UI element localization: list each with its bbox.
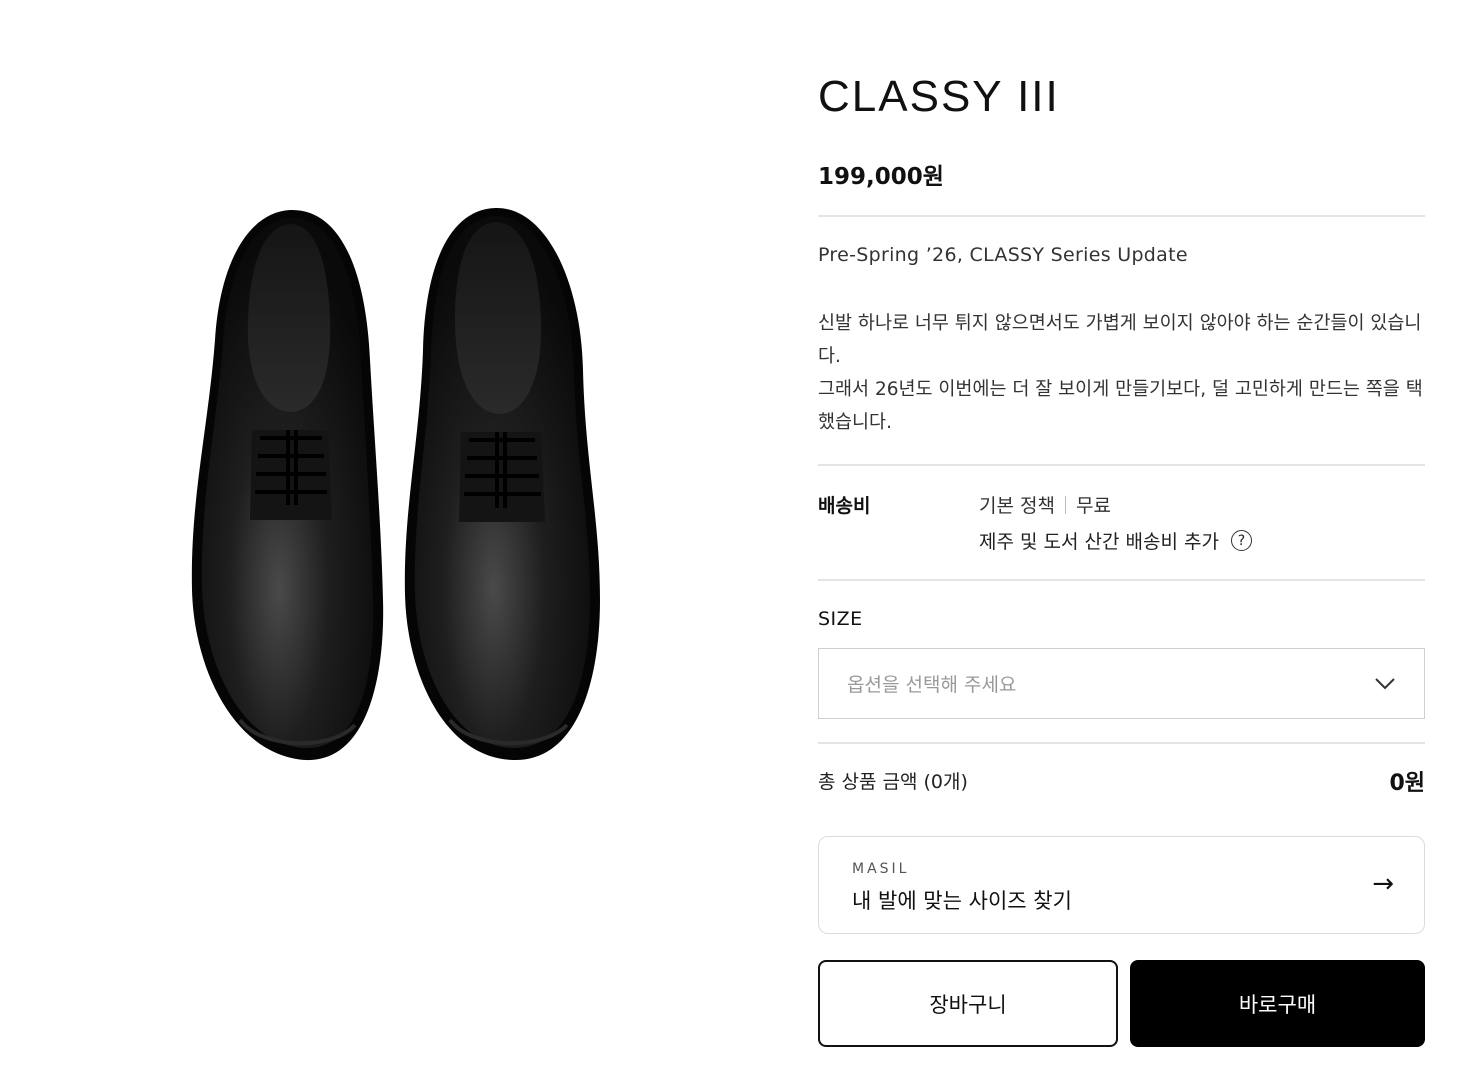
right-shoe: [404, 207, 600, 761]
shipping-fee: 무료: [1075, 495, 1111, 517]
shipping-policy: 기본 정책 무료: [979, 491, 1111, 518]
description-paragraph: 신발 하나로 너무 튀지 않으면서도 가볍게 보이지 않아야 하는 순간들이 있…: [818, 313, 1422, 367]
size-label: SIZE: [818, 608, 863, 630]
product-subtitle: Pre-Spring ’26, CLASSY Series Update: [818, 244, 1188, 266]
size-finder-button[interactable]: MASIL 내 발에 맞는 사이즈 찾기 →: [818, 836, 1425, 934]
arrow-right-icon: →: [1372, 869, 1394, 899]
product-price: 199,000원: [818, 164, 944, 190]
divider: [818, 742, 1425, 744]
buy-now-button[interactable]: 바로구매: [1130, 960, 1425, 1047]
description-paragraph: 그래서 26년도 이번에는 더 잘 보이게 만들기보다, 덜 고민하게 만드는 …: [818, 379, 1423, 433]
product-description: 신발 하나로 너무 튀지 않으면서도 가볍게 보이지 않아야 하는 순간들이 있…: [818, 307, 1438, 439]
shipping-label: 배송비: [818, 495, 871, 517]
total-label: 총 상품 금액 (0개): [818, 771, 968, 793]
shipping-extra: 제주 및 도서 산간 배송비 추가 ?: [979, 527, 1252, 554]
product-title: CLASSY III: [818, 72, 1060, 121]
divider: [818, 215, 1425, 217]
divider: [818, 579, 1425, 581]
size-finder-brand: MASIL: [852, 861, 910, 877]
divider: [818, 464, 1425, 466]
shipping-extra-text: 제주 및 도서 산간 배송비 추가: [979, 531, 1219, 553]
product-image-area: [0, 0, 800, 1080]
size-select-placeholder: 옵션을 선택해 주세요: [847, 674, 1017, 696]
product-image: [191, 207, 600, 761]
size-finder-label: 내 발에 맞는 사이즈 찾기: [852, 889, 1072, 913]
separator: [1064, 496, 1066, 514]
chevron-down-icon: [1375, 677, 1395, 689]
left-shoe: [191, 209, 384, 761]
question-circle-icon[interactable]: ?: [1230, 530, 1252, 551]
size-select[interactable]: 옵션을 선택해 주세요: [818, 648, 1425, 719]
total-value: 0원: [1389, 771, 1425, 796]
shipping-policy-label: 기본 정책: [979, 495, 1055, 517]
add-to-cart-button[interactable]: 장바구니: [818, 960, 1118, 1047]
